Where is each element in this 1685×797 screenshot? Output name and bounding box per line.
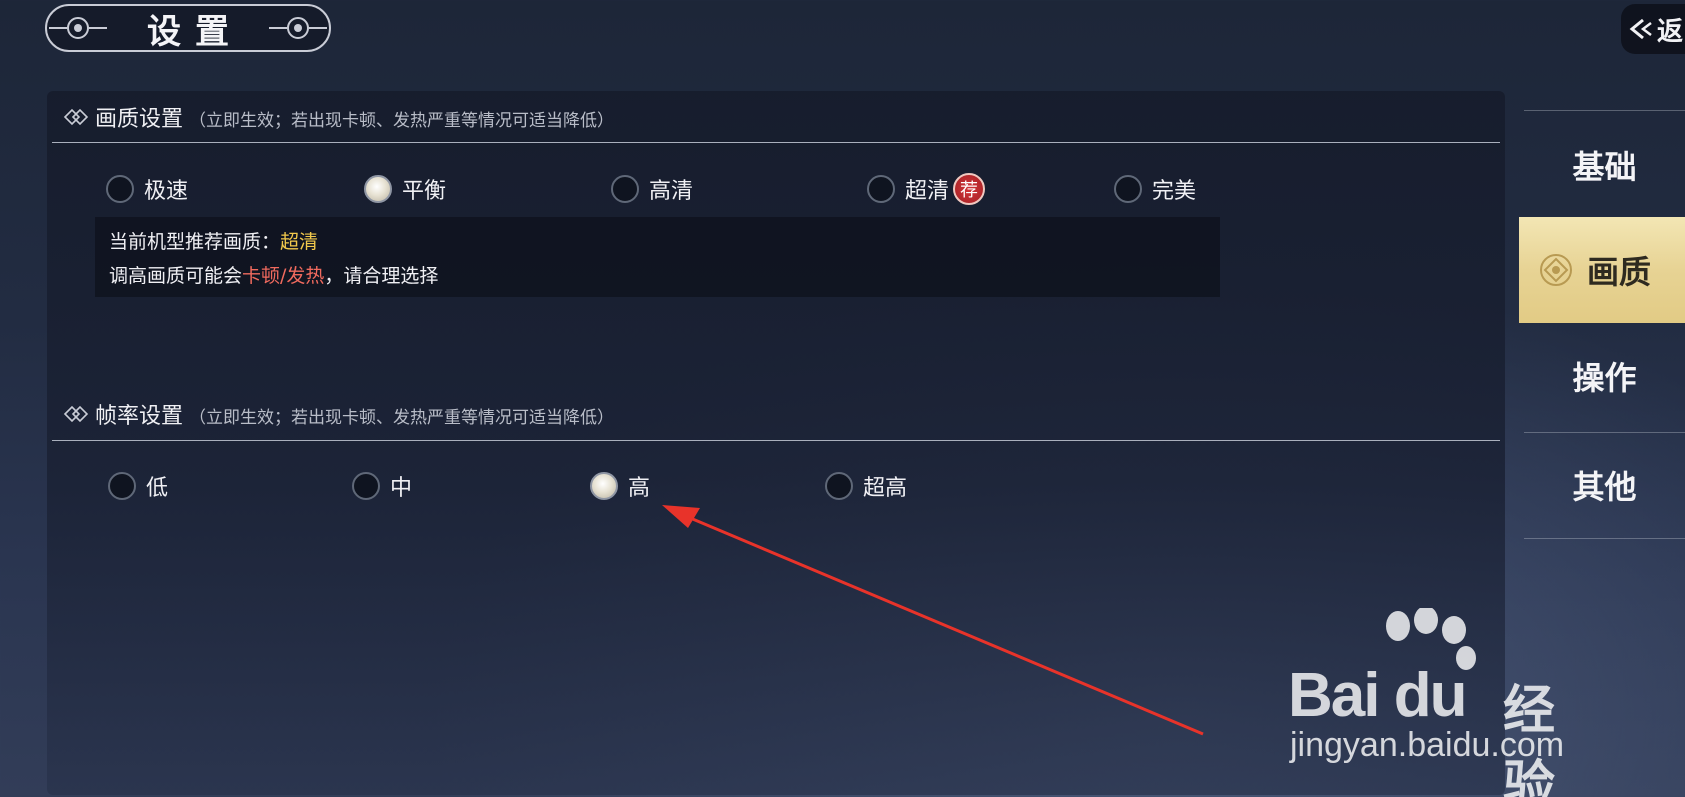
sidebar-item-other[interactable]: 其他 bbox=[1524, 435, 1685, 535]
option-label: 平衡 bbox=[402, 179, 447, 204]
info-text: 调高画质可能会 bbox=[109, 265, 243, 287]
quality-section-title: 画质设置 bbox=[95, 107, 184, 132]
back-button[interactable]: 返 bbox=[1621, 4, 1685, 54]
recommend-badge: 荐 bbox=[953, 173, 986, 205]
diamond-ornament-icon bbox=[63, 405, 89, 423]
divider bbox=[1524, 538, 1685, 539]
recommended-quality: 超清 bbox=[280, 231, 319, 253]
option-label: 极速 bbox=[144, 179, 189, 204]
settings-panel: 画质设置 （立即生效；若出现卡顿、发热严重等情况可适当降低） 极速 平衡 高清 … bbox=[47, 91, 1505, 795]
sidebar-item-controls[interactable]: 操作 bbox=[1524, 326, 1685, 426]
radio-button[interactable] bbox=[867, 175, 895, 203]
sidebar-item-label: 其他 bbox=[1572, 468, 1637, 506]
back-arrow-icon bbox=[1629, 18, 1652, 40]
quality-option-wanmei[interactable]: 完美 bbox=[1114, 172, 1196, 206]
quality-section-subtitle: （立即生效；若出现卡顿、发热严重等情况可适当降低） bbox=[189, 111, 615, 131]
quality-info-box: 当前机型推荐画质：超清 调高画质可能会卡顿/发热，请合理选择 bbox=[95, 217, 1220, 297]
sidebar-item-quality[interactable]: 画质 bbox=[1519, 217, 1685, 323]
framerate-option-low[interactable]: 低 bbox=[108, 469, 168, 503]
radio-button[interactable] bbox=[825, 472, 853, 500]
quality-option-gaoqing[interactable]: 高清 bbox=[611, 172, 693, 206]
option-label: 超清 bbox=[905, 179, 950, 204]
info-text: ，请合理选择 bbox=[324, 265, 439, 287]
option-label: 高清 bbox=[649, 179, 694, 204]
framerate-option-mid[interactable]: 中 bbox=[352, 469, 412, 503]
radio-button-selected[interactable] bbox=[364, 175, 392, 203]
divider bbox=[1524, 432, 1685, 433]
framerate-option-high[interactable]: 高 bbox=[590, 469, 650, 503]
divider bbox=[52, 440, 1500, 441]
sidebar-item-label: 画质 bbox=[1587, 253, 1652, 291]
sidebar-item-basic[interactable]: 基础 bbox=[1524, 115, 1685, 215]
radio-button-selected[interactable] bbox=[590, 472, 618, 500]
diamond-ornament-icon bbox=[63, 108, 89, 126]
divider bbox=[1524, 110, 1685, 111]
option-label: 完美 bbox=[1152, 179, 1197, 204]
quality-options: 极速 平衡 高清 超清 荐 完美 bbox=[47, 172, 1505, 206]
ornament-icon bbox=[49, 17, 107, 39]
settings-title-bar: 设置 bbox=[45, 4, 331, 52]
sidebar-item-label: 操作 bbox=[1572, 359, 1637, 397]
framerate-options: 低 中 高 超高 bbox=[47, 469, 1505, 503]
radio-button[interactable] bbox=[611, 175, 639, 203]
ornament-icon bbox=[269, 17, 327, 39]
option-label: 超高 bbox=[863, 476, 908, 501]
quality-option-jisu[interactable]: 极速 bbox=[106, 172, 188, 206]
radio-button[interactable] bbox=[106, 175, 134, 203]
option-label: 低 bbox=[146, 476, 169, 501]
recommend-line: 当前机型推荐画质：超清 bbox=[109, 225, 1206, 259]
option-label: 中 bbox=[390, 476, 413, 501]
radio-button[interactable] bbox=[352, 472, 380, 500]
radio-button[interactable] bbox=[1114, 175, 1142, 203]
framerate-section-header: 帧率设置 （立即生效；若出现卡顿、发热严重等情况可适当降低） bbox=[63, 398, 614, 430]
framerate-option-ultra[interactable]: 超高 bbox=[825, 469, 907, 503]
option-label: 高 bbox=[628, 476, 651, 501]
radio-button[interactable] bbox=[108, 472, 136, 500]
warning-line: 调高画质可能会卡顿/发热，请合理选择 bbox=[109, 259, 1206, 293]
framerate-section-subtitle: （立即生效；若出现卡顿、发热严重等情况可适当降低） bbox=[189, 408, 615, 428]
framerate-section-title: 帧率设置 bbox=[95, 404, 184, 429]
divider bbox=[52, 142, 1500, 143]
medallion-icon bbox=[1540, 254, 1572, 286]
quality-section-header: 画质设置 （立即生效；若出现卡顿、发热严重等情况可适当降低） bbox=[63, 101, 614, 133]
page-title: 设置 bbox=[147, 11, 243, 52]
back-label: 返 bbox=[1657, 16, 1684, 47]
watermark-suffix: 经验 bbox=[1503, 681, 1556, 797]
quality-option-chaoqing[interactable]: 超清 荐 bbox=[867, 172, 986, 206]
info-text: 当前机型推荐画质： bbox=[109, 231, 281, 253]
warning-text: 卡顿/发热 bbox=[242, 265, 325, 287]
sidebar-item-label: 基础 bbox=[1572, 148, 1637, 186]
quality-option-pingheng[interactable]: 平衡 bbox=[364, 172, 446, 206]
